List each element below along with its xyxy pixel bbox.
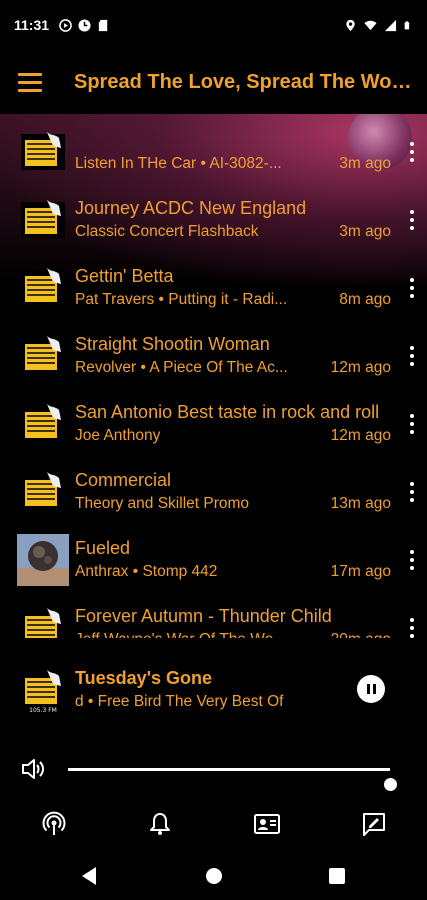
list-item[interactable]: Straight Shootin Woman Revolver • A Piece… — [0, 322, 427, 390]
app-header: Spread The Love, Spread The Word... — [0, 50, 427, 114]
track-time: 20m ago — [331, 631, 391, 638]
bottom-navigation — [0, 800, 427, 848]
list-item[interactable]: Fueled Anthrax • Stomp 442 17m ago — [0, 526, 427, 594]
track-time: 3m ago — [339, 155, 391, 172]
track-time: 12m ago — [330, 427, 391, 444]
track-title: Straight Shootin Woman — [75, 334, 270, 354]
more-options-icon[interactable] — [405, 550, 419, 570]
more-options-icon[interactable] — [405, 482, 419, 502]
track-title: Fueled — [75, 538, 131, 558]
list-item[interactable]: Forever Autumn - Thunder Child Jeff Wayne… — [0, 594, 427, 638]
now-playing-title: Tuesday's Gone — [75, 668, 212, 688]
status-bar: 11:31 — [0, 0, 427, 50]
back-icon[interactable] — [82, 867, 96, 885]
track-time: 8m ago — [339, 291, 391, 308]
track-subtitle: Revolver • A Piece Of The Ac... — [75, 359, 288, 376]
track-title: Forever Autumn - Thunder Child — [75, 606, 332, 626]
now-playing-subtitle: d • Free Bird The Very Best Of — [75, 693, 284, 710]
signal-icon — [384, 19, 397, 31]
more-options-icon[interactable] — [405, 278, 419, 298]
system-navigation-bar — [0, 852, 427, 900]
track-subtitle: Listen In THe Car • AI-3082-... — [75, 155, 282, 172]
track-title: Gettin' Betta — [75, 266, 174, 286]
volume-control — [0, 752, 427, 791]
volume-slider-thumb[interactable] — [384, 778, 397, 791]
track-time: 17m ago — [330, 563, 391, 580]
battery-icon — [404, 20, 410, 29]
sd-card-icon — [98, 19, 108, 31]
list-item[interactable]: Journey ACDC New England Classic Concert … — [0, 186, 427, 254]
track-title: Commercial — [75, 470, 172, 490]
track-title: San Antonio Best taste in rock and roll — [75, 402, 380, 422]
album-cover — [17, 534, 69, 586]
list-item[interactable]: Listen In THe Car • AI-3082-... 3m ago — [0, 118, 427, 186]
hamburger-menu-icon[interactable] — [6, 58, 54, 106]
station-logo: 105.3 FM — [21, 670, 65, 714]
track-subtitle: Jeff Wayne's War Of The Wo... — [75, 631, 310, 638]
track-time: 12m ago — [330, 359, 391, 376]
more-options-icon[interactable] — [405, 346, 419, 366]
message-edit-icon[interactable] — [360, 810, 388, 838]
track-history-list[interactable]: Listen In THe Car • AI-3082-... 3m ago Jou… — [0, 114, 427, 638]
more-options-icon[interactable] — [405, 414, 419, 434]
track-subtitle: Joe Anthony — [75, 427, 161, 444]
volume-fill — [68, 768, 390, 771]
station-logo — [21, 336, 65, 374]
station-logo — [21, 268, 65, 306]
track-subtitle: Classic Concert Flashback — [75, 223, 259, 240]
track-subtitle: Pat Travers • Putting it - Radi... — [75, 291, 288, 308]
broadcast-icon[interactable] — [40, 810, 68, 838]
svg-text:105.3 FM: 105.3 FM — [29, 707, 57, 714]
volume-icon[interactable] — [20, 756, 46, 782]
more-options-icon[interactable] — [405, 210, 419, 230]
more-options-icon[interactable] — [405, 142, 419, 162]
clock-circle-icon — [78, 18, 91, 32]
more-options-icon[interactable] — [405, 618, 419, 638]
contact-card-icon[interactable] — [253, 810, 281, 838]
recent-apps-icon[interactable] — [329, 868, 345, 884]
station-logo — [21, 608, 65, 638]
station-logo — [21, 404, 65, 442]
track-time: 13m ago — [330, 495, 391, 512]
page-title: Spread The Love, Spread The Word... — [74, 70, 416, 93]
list-item[interactable]: San Antonio Best taste in rock and roll J… — [0, 390, 427, 458]
home-icon[interactable] — [206, 868, 222, 884]
location-icon — [346, 19, 355, 31]
play-circle-icon — [59, 18, 72, 32]
track-time: 3m ago — [339, 223, 391, 240]
track-subtitle: Theory and Skillet Promo — [75, 495, 250, 512]
track-title: Journey ACDC New England — [75, 198, 307, 218]
wifi-icon — [364, 20, 377, 30]
volume-slider[interactable] — [68, 768, 397, 791]
alarm-bell-icon[interactable] — [146, 810, 174, 838]
station-logo — [21, 472, 65, 510]
track-subtitle: Anthrax • Stomp 442 — [75, 563, 218, 580]
now-playing-bar[interactable]: 105.3 FM Tuesday's Gone d • Free Bird Th… — [0, 652, 427, 726]
station-logo — [21, 200, 65, 238]
pause-icon[interactable] — [357, 675, 385, 703]
list-item[interactable]: Commercial Theory and Skillet Promo 13m ag… — [0, 458, 427, 526]
list-item[interactable]: Gettin' Betta Pat Travers • Putting it - … — [0, 254, 427, 322]
station-logo — [21, 132, 65, 170]
status-time: 11:31 — [14, 17, 50, 33]
